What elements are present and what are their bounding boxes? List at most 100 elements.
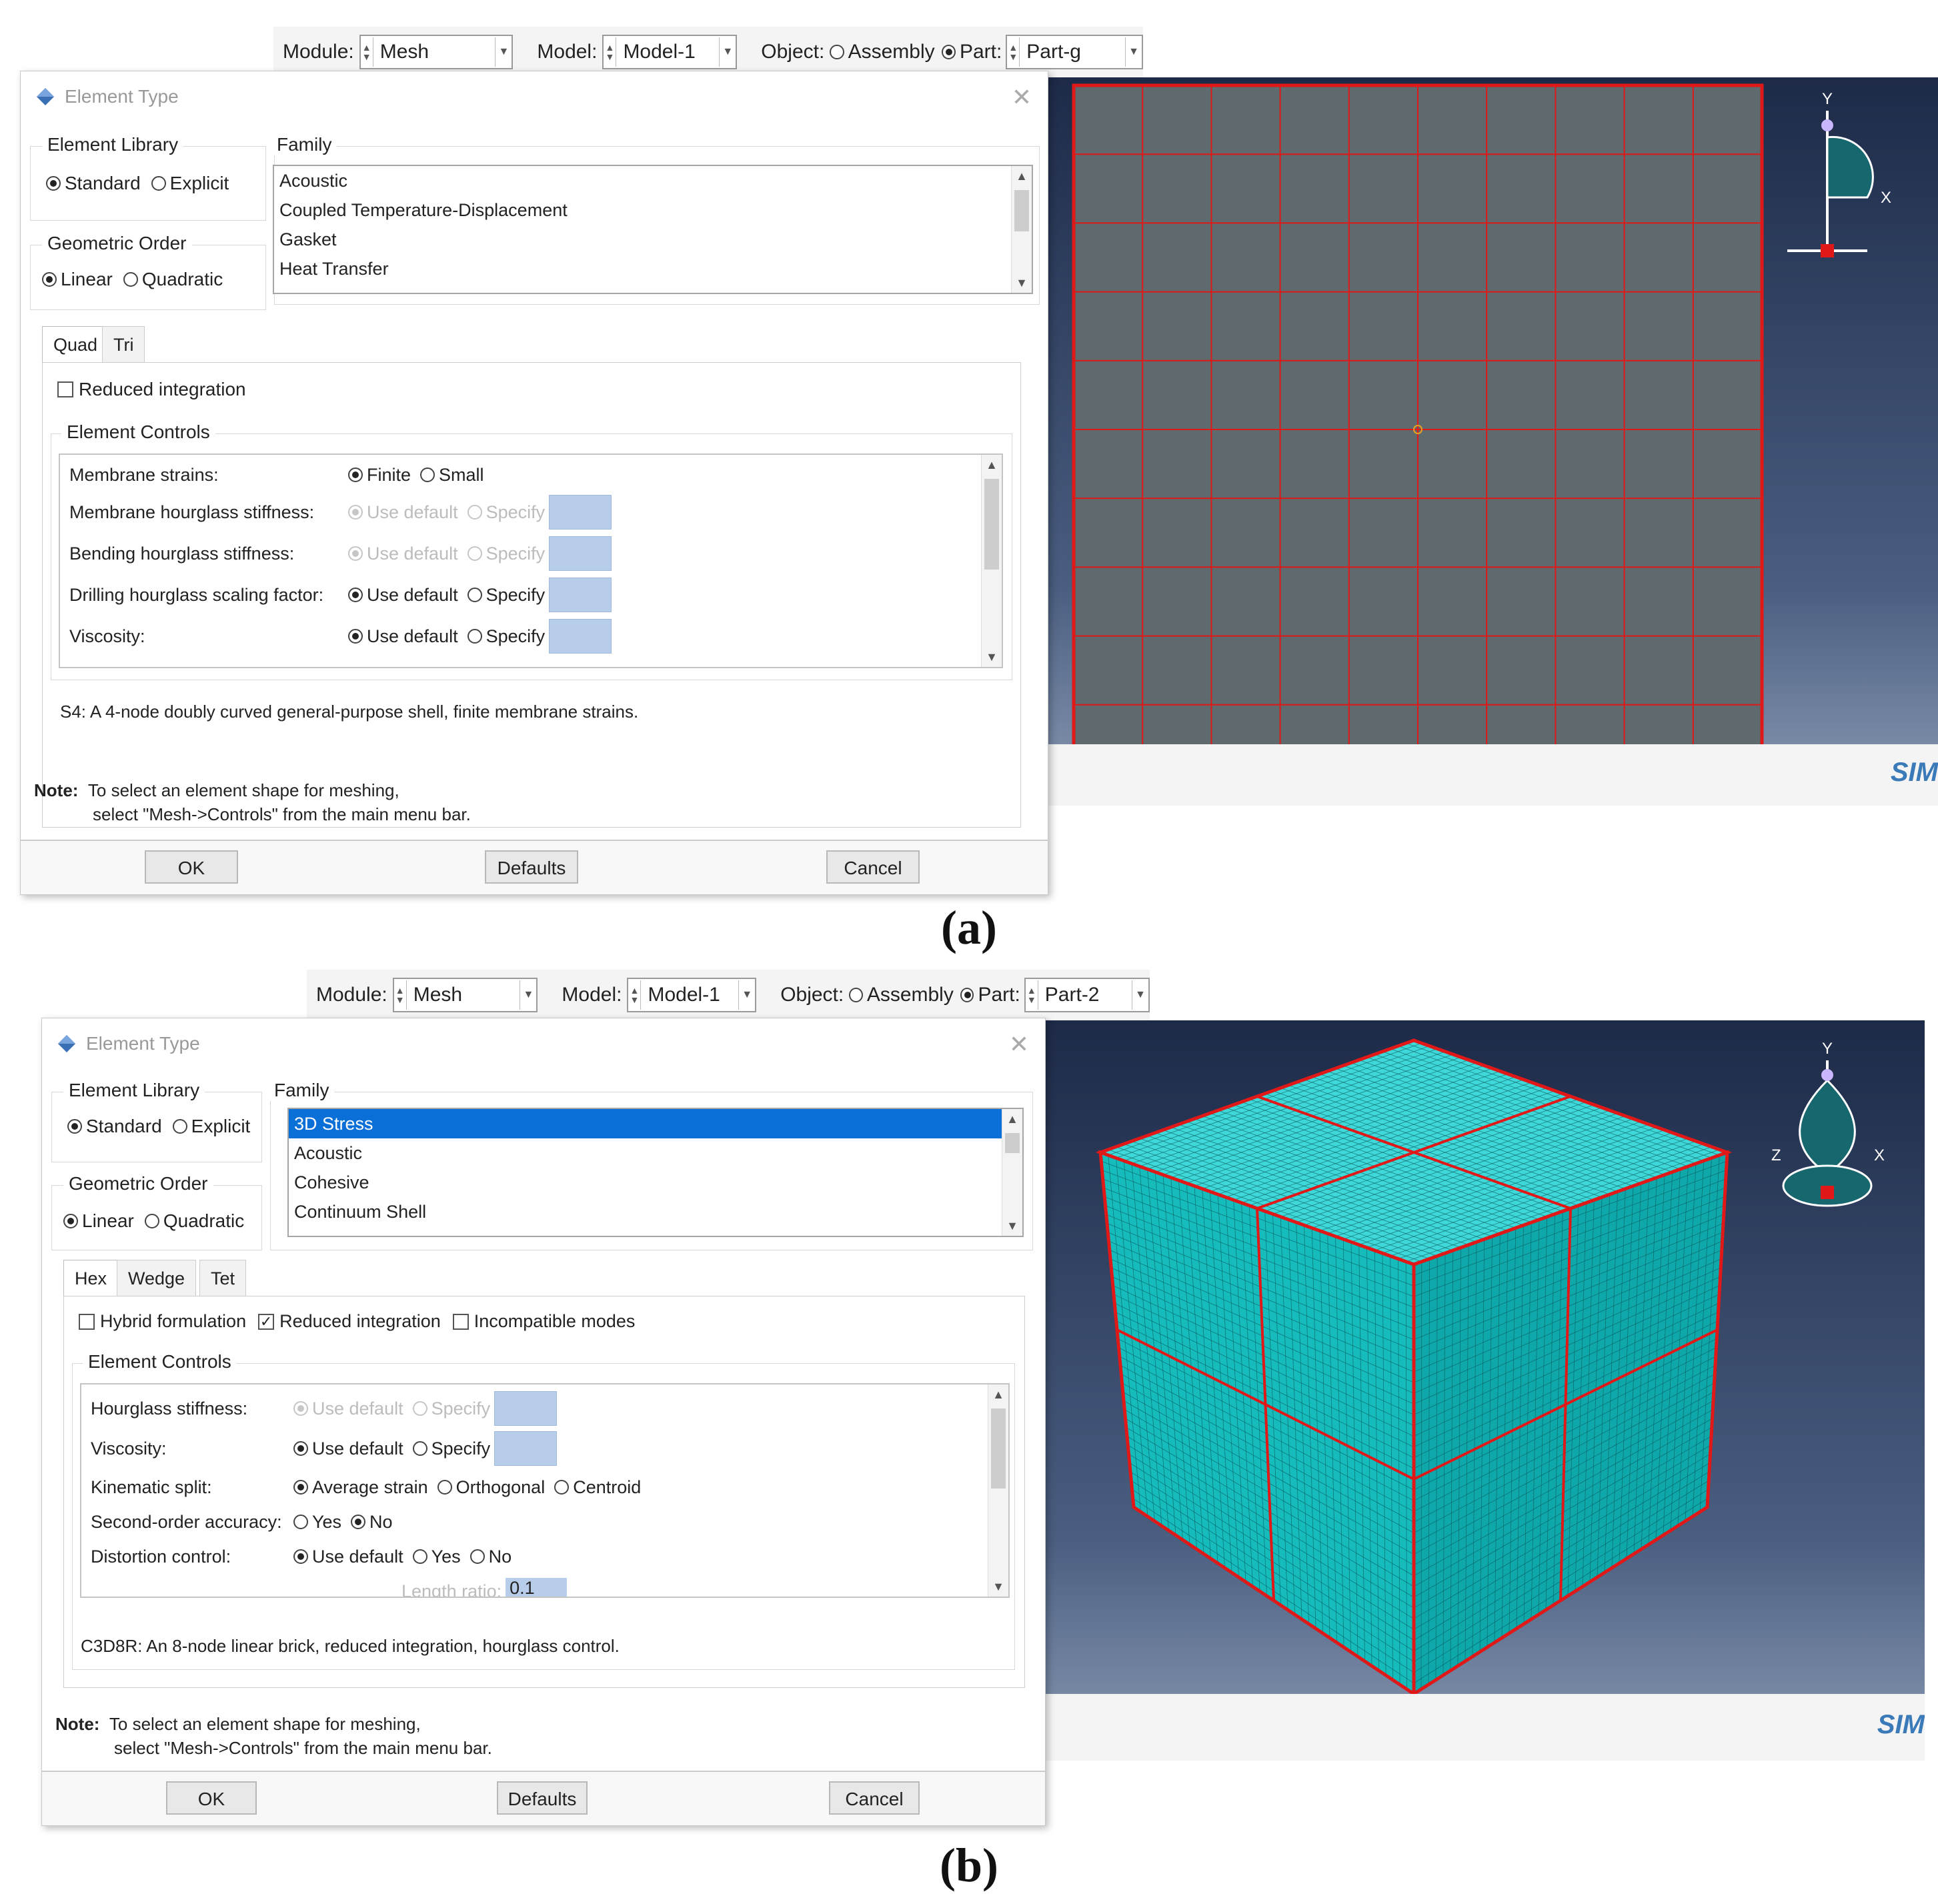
close-icon[interactable]: ✕ (1012, 83, 1032, 111)
tab-wedge[interactable]: Wedge (117, 1260, 197, 1296)
no-radio[interactable] (351, 1515, 366, 1529)
control-label: Membrane strains: (69, 464, 219, 485)
scroll-thumb[interactable] (984, 479, 999, 570)
control-membrane-hourglass: Membrane hourglass stiffness: Use defaul… (69, 495, 976, 530)
assembly-label: Assembly (848, 41, 935, 63)
family-list[interactable]: 3D Stress Acoustic Cohesive Continuum Sh… (287, 1108, 1024, 1237)
family-scrollbar[interactable]: ▲ ▼ (1002, 1109, 1022, 1236)
scroll-up-icon[interactable]: ▲ (1002, 1109, 1022, 1129)
viewport[interactable]: Y X Z SIM (1040, 1020, 1925, 1761)
controls-scrollbar[interactable]: ▲ ▼ (988, 1384, 1008, 1597)
reduced-integration-checkbox[interactable]: ✓ (258, 1313, 275, 1330)
scroll-up-icon[interactable]: ▲ (1012, 166, 1032, 186)
part-combo[interactable]: ▲ ▼ Part-2 ▼ (1024, 978, 1150, 1012)
scroll-up-icon[interactable]: ▲ (988, 1384, 1008, 1404)
family-item[interactable]: Gasket (274, 225, 1032, 254)
average-strain-label: Average strain (312, 1477, 428, 1497)
linear-radio[interactable] (42, 272, 57, 287)
tab-tet[interactable]: Tet (199, 1260, 247, 1296)
quadratic-radio[interactable] (144, 1214, 159, 1228)
close-icon[interactable]: ✕ (1009, 1030, 1029, 1058)
family-label: Family (271, 134, 337, 155)
use-default-radio[interactable] (293, 1441, 308, 1456)
cancel-button[interactable]: Cancel (829, 1781, 920, 1815)
use-default-radio[interactable] (293, 1549, 308, 1564)
reduced-integration-checkbox[interactable] (57, 381, 73, 397)
small-radio[interactable] (420, 467, 435, 482)
average-strain-radio[interactable] (293, 1480, 308, 1495)
part-radio[interactable] (960, 988, 974, 1002)
assembly-radio[interactable] (849, 988, 863, 1002)
module-label: Module: (316, 984, 387, 1006)
note-line-2: select "Mesh->Controls" from the main me… (114, 1738, 492, 1758)
use-default-radio[interactable] (348, 629, 363, 644)
ok-button[interactable]: OK (145, 850, 238, 884)
family-item[interactable]: Acoustic (274, 166, 1032, 195)
chevron-down-icon: ▼ (495, 37, 512, 67)
part-label: Part: (978, 984, 1020, 1006)
use-default-radio[interactable] (348, 588, 363, 602)
cancel-button[interactable]: Cancel (826, 850, 920, 884)
yes-radio[interactable] (293, 1515, 308, 1529)
explicit-radio[interactable] (151, 176, 166, 191)
family-list[interactable]: Acoustic Coupled Temperature-Displacemen… (273, 165, 1033, 294)
specify-value-field[interactable] (549, 578, 612, 612)
tab-quad[interactable]: Quad (42, 326, 109, 363)
defaults-button[interactable]: Defaults (497, 1781, 588, 1815)
scroll-down-icon[interactable]: ▼ (1002, 1216, 1022, 1236)
control-bending-hourglass: Bending hourglass stiffness: Use default… (69, 536, 976, 571)
defaults-button[interactable]: Defaults (485, 850, 578, 884)
family-item[interactable]: 3D Stress (289, 1109, 1002, 1138)
spin-icon: ▲ ▼ (394, 980, 407, 1010)
controls-scrollbar[interactable]: ▲ ▼ (981, 455, 1002, 667)
chevron-down-icon: ▼ (719, 37, 736, 67)
assembly-radio[interactable] (830, 45, 844, 59)
family-scrollbar[interactable]: ▲ ▼ (1011, 166, 1032, 293)
standard-radio[interactable] (67, 1119, 82, 1134)
hybrid-formulation-checkbox[interactable] (79, 1313, 95, 1330)
family-item[interactable]: Continuum Shell (289, 1197, 1022, 1226)
model-combo[interactable]: ▲ ▼ Model-1 ▼ (627, 978, 757, 1012)
module-combo[interactable]: ▲ ▼ Mesh ▼ (392, 978, 538, 1012)
no-radio[interactable] (469, 1549, 485, 1564)
linear-radio[interactable] (63, 1214, 78, 1228)
family-item[interactable]: Coupled Temperature-Displacement (274, 195, 1032, 225)
standard-radio[interactable] (46, 176, 61, 191)
family-item[interactable]: Heat Transfer (274, 254, 1032, 283)
specify-radio[interactable] (467, 588, 482, 602)
family-item[interactable]: Acoustic (289, 1138, 1022, 1168)
scroll-thumb[interactable] (1014, 190, 1029, 231)
axis-x-label: X (1874, 1146, 1885, 1164)
dialog-footer: OK Defaults Cancel (42, 1771, 1045, 1825)
scroll-up-icon[interactable]: ▲ (982, 455, 1002, 475)
viewport[interactable]: Y X SIM (1040, 77, 1938, 806)
part-radio[interactable] (941, 45, 956, 59)
module-combo[interactable]: ▲ ▼ Mesh ▼ (359, 35, 514, 69)
orthogonal-radio[interactable] (437, 1480, 452, 1495)
control-viscosity: Viscosity: Use default Specify (69, 619, 976, 654)
quadratic-radio[interactable] (123, 272, 138, 287)
specify-value-field (549, 536, 612, 571)
finite-radio[interactable] (348, 467, 363, 482)
yes-radio[interactable] (412, 1549, 427, 1564)
tab-tri[interactable]: Tri (102, 326, 145, 363)
explicit-radio[interactable] (172, 1119, 187, 1134)
scroll-thumb[interactable] (1005, 1133, 1020, 1153)
centroid-radio[interactable] (554, 1480, 570, 1495)
length-ratio-field[interactable]: 0.1 (506, 1578, 568, 1597)
scroll-down-icon[interactable]: ▼ (982, 647, 1002, 667)
family-item[interactable]: Cohesive (289, 1168, 1022, 1197)
incompatible-modes-checkbox[interactable] (452, 1313, 469, 1330)
specify-radio[interactable] (467, 629, 482, 644)
scroll-down-icon[interactable]: ▼ (1012, 273, 1032, 293)
specify-value-field[interactable] (494, 1431, 558, 1466)
part-combo[interactable]: ▲ ▼ Part-g ▼ (1006, 35, 1143, 69)
model-combo[interactable]: ▲ ▼ Model-1 ▼ (602, 35, 738, 69)
specify-radio[interactable] (412, 1441, 427, 1456)
scroll-thumb[interactable] (991, 1408, 1006, 1489)
tab-hex[interactable]: Hex (63, 1260, 119, 1296)
scroll-down-icon[interactable]: ▼ (988, 1577, 1008, 1597)
ok-button[interactable]: OK (166, 1781, 257, 1815)
specify-value-field[interactable] (549, 619, 612, 654)
dialog-footer: OK Defaults Cancel (21, 840, 1048, 894)
